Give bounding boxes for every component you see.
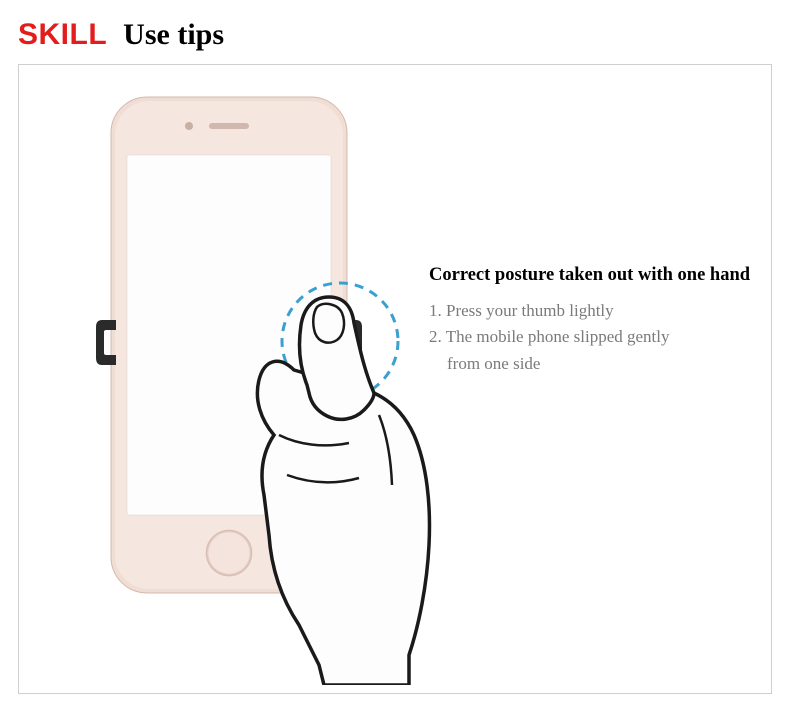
instruction-title: Correct posture taken out with one hand bbox=[429, 265, 769, 286]
illustration bbox=[59, 95, 419, 665]
header: SKILL Use tips bbox=[0, 0, 790, 64]
holder-clip-left-icon bbox=[94, 315, 116, 370]
instruction-step-2: 2. The mobile phone slipped gently bbox=[429, 324, 769, 350]
instruction-step-1: 1. Press your thumb lightly bbox=[429, 298, 769, 324]
instruction-step-2-cont: from one side bbox=[429, 351, 769, 377]
instructions-block: Correct posture taken out with one hand … bbox=[429, 265, 769, 377]
page-subtitle: Use tips bbox=[123, 18, 224, 52]
skill-badge: SKILL bbox=[18, 18, 107, 52]
content-panel: Correct posture taken out with one hand … bbox=[18, 64, 772, 694]
